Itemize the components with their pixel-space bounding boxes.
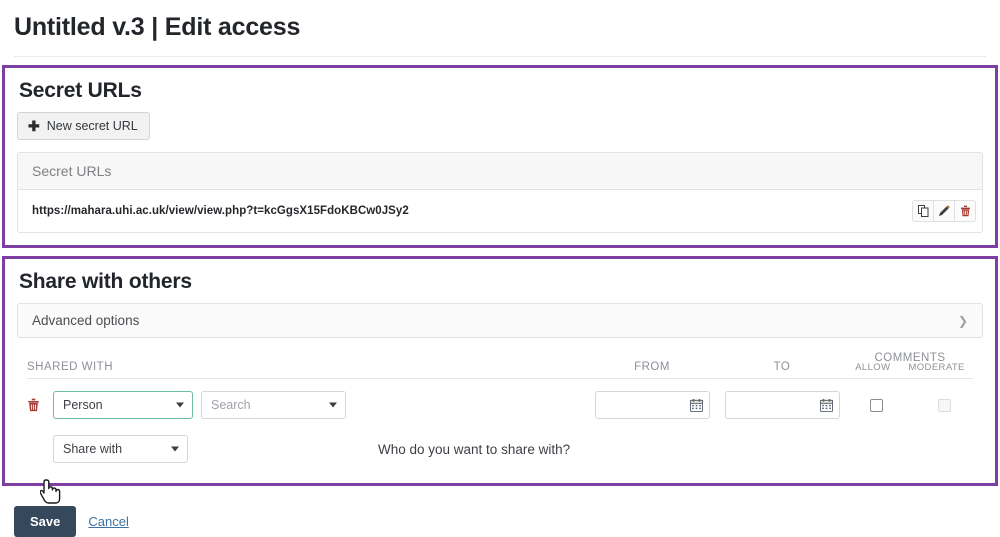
allow-comments-slot	[851, 398, 901, 412]
secret-url-value: https://mahara.uhi.ac.uk/view/view.php?t…	[32, 205, 409, 217]
moderate-comments-slot	[919, 398, 969, 412]
calendar-icon	[819, 398, 833, 412]
share-row: Person Search	[27, 379, 973, 429]
delete-share-row-icon[interactable]	[27, 398, 53, 412]
form-actions: Save Cancel	[0, 486, 1000, 537]
comments-cell	[847, 398, 973, 412]
share-panel-title: Share with others	[19, 270, 192, 293]
share-table-header: Shared with From To Comments Allow Moder…	[27, 352, 973, 379]
share-with-select-wrap: Share with	[53, 435, 188, 463]
column-header-allow: Allow	[855, 362, 891, 373]
copy-icon[interactable]	[912, 200, 934, 222]
new-secret-url-label: New secret URL	[46, 118, 138, 133]
search-select-wrap: Search	[201, 391, 346, 419]
from-date-input[interactable]	[594, 391, 710, 419]
chevron-down-icon: ❯	[957, 313, 968, 328]
share-with-select[interactable]: Share with	[53, 435, 188, 463]
person-type-select-wrap: Person	[53, 391, 193, 419]
secret-urls-panel: Secret URLs ✚ New secret URL Secret URLs…	[2, 65, 998, 248]
save-button[interactable]: Save	[14, 506, 77, 537]
column-header-from: From	[634, 361, 670, 373]
allow-comments-checkbox[interactable]	[869, 398, 883, 412]
secret-urls-table-header: Secret URLs	[18, 153, 982, 190]
table-row: https://mahara.uhi.ac.uk/view/view.php?t…	[18, 190, 982, 232]
advanced-options-label: Advanced options	[32, 313, 140, 328]
search-input[interactable]: Search	[201, 391, 346, 419]
column-header-comments-group: Comments Allow Moderate	[847, 352, 973, 373]
shared-with-cell: Person Search	[53, 391, 587, 419]
cancel-button[interactable]: Cancel	[88, 514, 128, 529]
column-header-to: To	[773, 361, 791, 373]
moderate-comments-checkbox	[937, 398, 951, 412]
to-date-input[interactable]	[724, 391, 840, 419]
page-title: Untitled v.3 | Edit access	[14, 13, 301, 41]
secret-urls-title: Secret URLs	[19, 79, 142, 102]
column-header-shared-with: Shared with	[27, 361, 113, 373]
person-type-select[interactable]: Person	[53, 391, 193, 419]
advanced-options-toggle[interactable]: Advanced options ❯	[17, 303, 983, 338]
secret-urls-table: Secret URLs https://mahara.uhi.ac.uk/vie…	[17, 152, 983, 233]
share-add-row: Share with Who do you want to share with…	[27, 429, 973, 471]
share-table: Shared with From To Comments Allow Moder…	[17, 352, 983, 471]
edit-pencil-icon[interactable]	[933, 200, 955, 222]
comments-subheaders: Allow Moderate	[847, 362, 973, 373]
from-cell	[587, 391, 717, 419]
to-cell	[717, 391, 847, 419]
share-prompt-text: Who do you want to share with?	[378, 441, 571, 457]
delete-trash-icon[interactable]	[954, 200, 976, 222]
calendar-icon	[689, 398, 703, 412]
column-header-moderate: Moderate	[908, 362, 965, 373]
secret-url-actions	[912, 200, 976, 222]
new-secret-url-button[interactable]: ✚ New secret URL	[17, 112, 150, 140]
plus-icon: ✚	[28, 117, 40, 134]
title-divider	[14, 56, 986, 57]
share-with-others-panel: Share with others Advanced options ❯ Sha…	[2, 256, 998, 486]
